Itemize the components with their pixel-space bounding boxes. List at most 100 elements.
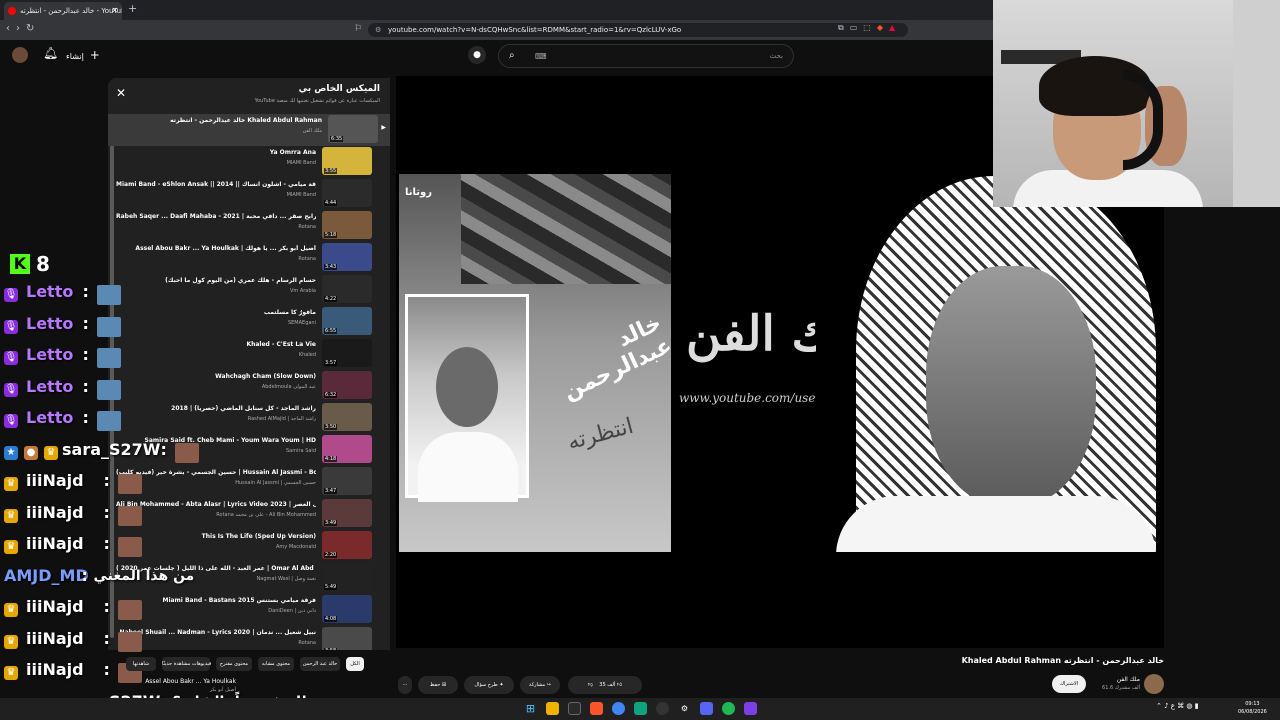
chat-emote bbox=[96, 411, 121, 431]
browser-tab[interactable]: خالد عبدالرحمن - انتظرته - YouTube ✕ bbox=[4, 2, 122, 20]
chat-username[interactable]: Letto bbox=[26, 282, 73, 301]
extension-icons: ⧉▭⬚◆▲ bbox=[838, 23, 901, 33]
playlist-item[interactable]: 5:18 Rabeh Saqer ... Daafi Mahaba - 2021 … bbox=[116, 210, 384, 242]
chat-username[interactable]: iiiNajd bbox=[26, 629, 84, 648]
obs-icon[interactable] bbox=[744, 702, 757, 715]
chat-badge-icon: ♛ bbox=[4, 603, 18, 617]
back-icon[interactable]: ‹ bbox=[6, 23, 16, 34]
close-panel-icon[interactable]: ✕ bbox=[116, 86, 126, 100]
filter-chip[interactable]: محتوى مشابه bbox=[258, 657, 294, 671]
settings-icon[interactable]: ⚙ bbox=[678, 702, 691, 715]
filter-chip[interactable]: محتوى مقترح bbox=[216, 657, 252, 671]
stream-chat-overlay: 🎙︎ Letto: 🎙︎ Letto: 🎙︎ Letto: 🎙︎ Letto: 🎙︎ Letto:… bbox=[0, 282, 348, 712]
chat-username[interactable]: Letto bbox=[26, 345, 73, 364]
playlist-item-channel: Rotana bbox=[298, 224, 316, 230]
chat-username[interactable]: iiiNajd bbox=[26, 660, 84, 679]
reload-icon[interactable]: ↻ bbox=[26, 23, 40, 34]
spotify-icon[interactable] bbox=[722, 702, 735, 715]
search-input[interactable]: ⌕ ⌨ بحث bbox=[498, 44, 794, 68]
subscribe-button[interactable]: الاشتراك bbox=[1052, 675, 1086, 693]
new-tab-icon[interactable]: + bbox=[128, 2, 137, 15]
keyboard-icon[interactable]: ⌨ bbox=[535, 52, 547, 61]
create-button[interactable]: إنشاء + bbox=[66, 48, 100, 62]
cast-icon[interactable]: ▭ bbox=[850, 23, 864, 32]
chat-badge-icon: 🎙︎ bbox=[4, 319, 18, 334]
channel-name[interactable]: ملك الفن bbox=[1090, 676, 1140, 683]
playlist-thumbnail: 3:55 bbox=[322, 147, 372, 175]
playlist-thumbnail: 3:43 bbox=[322, 243, 372, 271]
account-avatar[interactable] bbox=[12, 47, 28, 63]
chat-separator: : bbox=[82, 282, 89, 301]
playlist-thumbnail: 6:35 bbox=[328, 115, 378, 143]
youtube-favicon-icon bbox=[8, 7, 16, 15]
save-button[interactable]: حفظ ⊞ bbox=[418, 676, 458, 694]
filter-chip[interactable]: فيديوهات مشاهدة حديثًا bbox=[162, 657, 211, 671]
related-video-item[interactable]: Assel Abou Bakr ... Ya Houlkak أصيل أبو … bbox=[126, 676, 396, 700]
chat-badge-icon: ♛ bbox=[4, 666, 18, 680]
related-video-title: Assel Abou Bakr ... Ya Houlkak bbox=[145, 678, 236, 685]
share-button[interactable]: مشاركة ↪ bbox=[520, 676, 560, 694]
chat-separator: : bbox=[82, 376, 89, 396]
playlist-title: الميكس الخاص بي bbox=[298, 84, 380, 94]
chat-emote bbox=[117, 505, 142, 526]
brave-shield-icon[interactable]: ◆ bbox=[877, 23, 889, 32]
now-playing-icon: ▶ bbox=[381, 124, 386, 131]
chat-username[interactable]: Letto bbox=[26, 314, 73, 333]
extensions-icon[interactable]: ⬚ bbox=[863, 23, 877, 32]
dislike-icon[interactable]: 👎︎ bbox=[588, 682, 593, 688]
clock[interactable]: 09:13 06/08/2026 bbox=[1238, 700, 1267, 716]
chat-username[interactable]: Letto bbox=[26, 408, 73, 427]
more-actions-icon[interactable]: ⋯ bbox=[398, 676, 412, 694]
like-icon[interactable]: 👍︎ bbox=[617, 682, 622, 688]
chrome-icon[interactable] bbox=[612, 702, 625, 715]
chat-username[interactable]: iiiNajd bbox=[26, 534, 84, 553]
translate-icon[interactable]: ⧉ bbox=[838, 23, 850, 32]
notifications-bell-icon[interactable]: 🔔︎ bbox=[43, 46, 58, 60]
chat-emote bbox=[96, 379, 121, 400]
playlist-item[interactable]: 3:43 Assel Abou Bakr ... Ya Houlkak | أصي… bbox=[116, 242, 384, 274]
chat-username[interactable]: sara_S27W bbox=[62, 440, 160, 459]
file-explorer-icon[interactable] bbox=[546, 702, 559, 715]
forward-icon[interactable]: › bbox=[16, 23, 26, 34]
chat-username[interactable]: Letto bbox=[26, 377, 73, 396]
chat-separator: : bbox=[81, 565, 88, 585]
chat-username[interactable]: iiiNajd bbox=[26, 471, 84, 490]
start-menu-icon[interactable]: ⊞ bbox=[524, 702, 537, 715]
ask-button[interactable]: طرح سؤال ✦ bbox=[464, 676, 514, 694]
rewards-icon[interactable]: ▲ bbox=[889, 23, 901, 32]
url-field[interactable]: ⚙ youtube.com/watch?v=N-dsCQHwSnc&list=R… bbox=[368, 23, 908, 37]
close-tab-icon[interactable]: ✕ bbox=[111, 2, 118, 20]
chat-separator: : bbox=[103, 660, 110, 679]
chat-badge-icon: 🎙︎ bbox=[4, 382, 18, 397]
playlist-item[interactable]: 3:55 Ya Omrra Ana MIAMI Band bbox=[116, 146, 384, 178]
filter-chip[interactable]: شاهدتها bbox=[126, 657, 156, 671]
channel-avatar[interactable] bbox=[1144, 674, 1164, 694]
voice-search-mic-icon[interactable]: ● bbox=[468, 46, 486, 64]
github-icon[interactable] bbox=[656, 702, 669, 715]
site-info-icon[interactable]: ⚙ bbox=[375, 23, 381, 37]
playlist-item-channel: MIAMI Band bbox=[286, 160, 316, 166]
bookmark-icon[interactable]: ⚐ bbox=[354, 24, 362, 34]
youtube-header: 🔔︎ إنشاء + ● ⌕ ⌨ بحث bbox=[0, 40, 1000, 72]
chat-emote bbox=[117, 600, 142, 620]
chat-badge-icon: 🎙︎ bbox=[4, 351, 18, 365]
windows-taskbar: ⊞ ⚙ ⌃ ♪ ع ⌘ ◍ ▮ 09:13 06/08/2026 bbox=[0, 698, 1280, 720]
store-icon[interactable] bbox=[568, 702, 581, 715]
chat-username[interactable]: AMJD_MD bbox=[4, 566, 89, 585]
chat-username[interactable]: iiiNajd bbox=[26, 597, 84, 616]
brave-icon[interactable] bbox=[590, 702, 603, 715]
chat-separator: : bbox=[103, 502, 110, 522]
playlist-item-channel: ملك الفن bbox=[302, 128, 322, 134]
chat-text: من هذا المغني bbox=[93, 567, 195, 584]
system-tray[interactable]: ⌃ ♪ ع ⌘ ◍ ▮ bbox=[1156, 702, 1199, 710]
ask-label: طرح سؤال bbox=[474, 682, 498, 688]
chat-username[interactable]: iiiNajd bbox=[26, 503, 84, 522]
filter-chip[interactable]: خالد عبد الرحمن bbox=[300, 657, 340, 671]
viewer-count: 8 bbox=[36, 252, 50, 276]
filter-chip[interactable]: الكل bbox=[346, 657, 364, 671]
search-icon[interactable]: ⌕ bbox=[509, 50, 515, 61]
playlist-item[interactable]: 6:35 خالد عبدالرحمن - انتظرته Khaled Abdu… bbox=[108, 114, 390, 146]
app-icon[interactable] bbox=[634, 702, 647, 715]
playlist-item[interactable]: 4:44 Miami Band - eShlon Ansak || 2014 ||… bbox=[116, 178, 384, 210]
discord-icon[interactable] bbox=[700, 702, 713, 715]
